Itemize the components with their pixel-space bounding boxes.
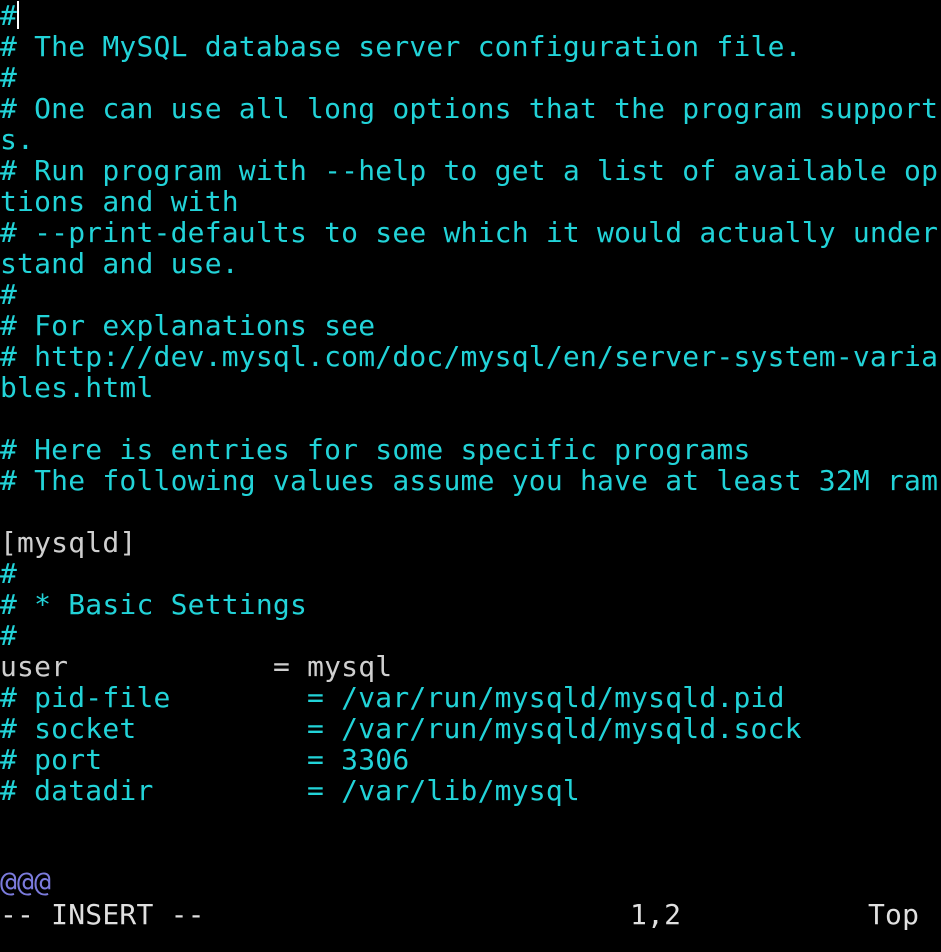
buffer-line[interactable]: # One can use all long options that the … [0,93,941,124]
buffer-line[interactable]: [mysqld] [0,527,941,558]
buffer-line[interactable]: bles.html [0,372,941,403]
line-text: # One can use all long options that the … [0,93,939,124]
buffer-line[interactable]: # [0,279,941,310]
mode-indicator: -- INSERT -- [0,898,205,931]
line-text: # The MySQL database server configuratio… [0,31,802,62]
line-text: bles.html [0,372,154,403]
buffer-line[interactable]: stand and use. [0,248,941,279]
line-text: # [0,558,18,589]
line-text: # --print-defaults to see which it would… [0,217,939,248]
line-text: # Here is entries for some specific prog… [0,434,751,465]
buffer-line[interactable]: # The following values assume you have a… [0,465,941,496]
line-text: tions and with [0,186,239,217]
cursor-position: 1,2 [630,898,682,931]
buffer-line[interactable]: # [0,558,941,589]
editor-buffer[interactable]: # # The MySQL database server configurati… [0,0,941,806]
setting-value: mysql [307,651,393,682]
terminal-window[interactable]: # # The MySQL database server configurati… [0,0,941,952]
setting-padding [68,651,273,682]
buffer-line[interactable] [0,403,941,434]
section-header: [mysqld] [0,527,137,558]
status-line: -- INSERT -- 1,2 Top [0,899,941,930]
buffer-line[interactable]: # Here is entries for some specific prog… [0,434,941,465]
line-text: # [0,620,18,651]
line-text: # [0,62,18,93]
buffer-line[interactable]: # For explanations see [0,310,941,341]
buffer-line[interactable]: tions and with [0,186,941,217]
line-text: # [0,279,18,310]
line-text: # pid-file = /var/run/mysqld/mysqld.pid [0,682,785,713]
buffer-line[interactable]: # The MySQL database server configuratio… [0,31,941,62]
buffer-line[interactable]: # [0,620,941,651]
setting-equals: = [272,651,308,682]
buffer-line[interactable]: # [0,0,941,31]
buffer-line[interactable]: # [0,62,941,93]
line-text: # * Basic Settings [0,589,308,620]
text-cursor [17,1,20,29]
line-text: # [0,0,18,31]
buffer-line[interactable]: # pid-file = /var/run/mysqld/mysqld.pid [0,682,941,713]
line-text: # For explanations see [0,310,376,341]
buffer-line[interactable]: # * Basic Settings [0,589,941,620]
buffer-line[interactable]: user = mysql [0,651,941,682]
line-text: # datadir = /var/lib/mysql [0,775,580,806]
line-text: # socket = /var/run/mysqld/mysqld.sock [0,713,802,744]
buffer-line[interactable]: # datadir = /var/lib/mysql [0,775,941,806]
buffer-line[interactable]: s. [0,124,941,155]
buffer-line[interactable]: # http://dev.mysql.com/doc/mysql/en/serv… [0,341,941,372]
overflow-marker: @@@ [0,865,52,898]
buffer-line[interactable] [0,496,941,527]
line-text: # port = 3306 [0,744,410,775]
setting-key: user [0,651,69,682]
line-text: s. [0,124,35,155]
buffer-line[interactable]: # Run program with --help to get a list … [0,155,941,186]
scroll-position: Top [868,898,920,931]
buffer-line[interactable]: # --print-defaults to see which it would… [0,217,941,248]
line-text: # http://dev.mysql.com/doc/mysql/en/serv… [0,341,939,372]
line-text: stand and use. [0,248,239,279]
line-text: # Run program with --help to get a list … [0,155,939,186]
line-text: # The following values assume you have a… [0,465,939,496]
buffer-line[interactable]: # socket = /var/run/mysqld/mysqld.sock [0,713,941,744]
buffer-line[interactable]: # port = 3306 [0,744,941,775]
